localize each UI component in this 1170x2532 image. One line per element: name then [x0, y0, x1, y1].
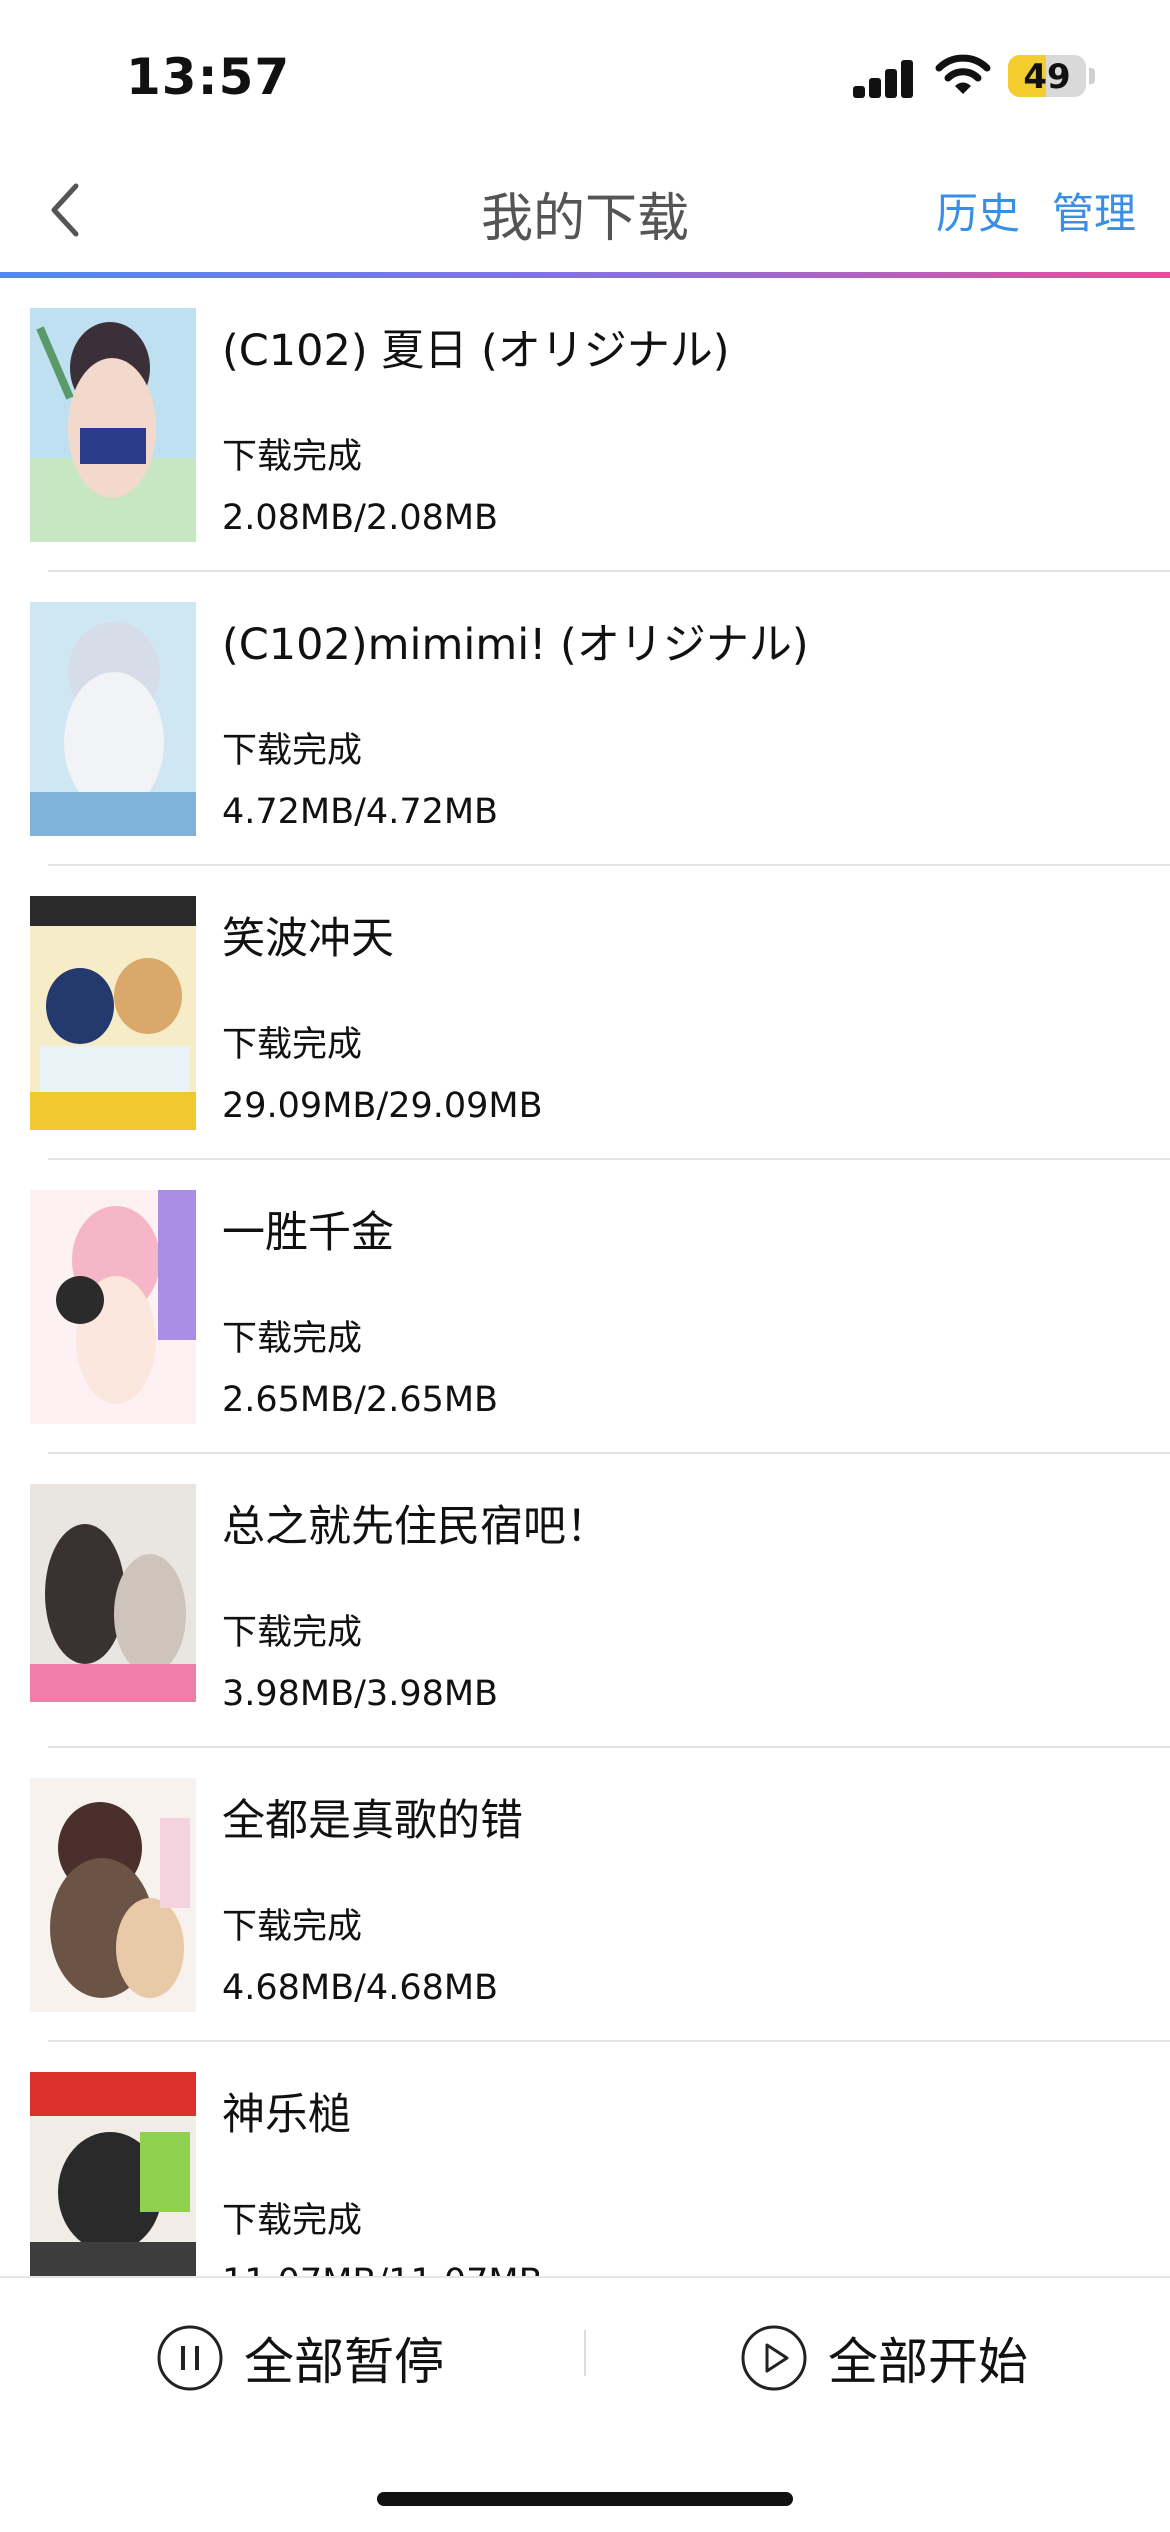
bottom-divider [584, 2330, 586, 2376]
item-status: 下载完成 [222, 731, 363, 771]
cover-image [30, 1190, 196, 1424]
pause-all-label: 全部暂停 [244, 2333, 444, 2391]
cover-image [30, 1484, 196, 1718]
item-size: 2.08MB/2.08MB [222, 498, 499, 538]
manage-button[interactable]: 管理 [1052, 180, 1136, 241]
cover-image [30, 1778, 196, 2012]
list-item[interactable]: 一胜千金 下载完成 2.65MB/2.65MB [0, 1160, 1170, 1454]
pause-all-button[interactable]: 全部暂停 [156, 2318, 444, 2398]
start-all-button[interactable]: 全部开始 [740, 2318, 1028, 2398]
history-button[interactable]: 历史 [936, 180, 1020, 241]
item-status: 下载完成 [222, 1025, 363, 1065]
cover-image [30, 308, 196, 542]
item-status: 下载完成 [222, 437, 363, 477]
cover-image [30, 2072, 196, 2276]
item-status: 下载完成 [222, 2201, 363, 2241]
item-title: 全都是真歌的错 [222, 1796, 523, 1846]
home-indicator[interactable] [377, 2492, 793, 2506]
item-status: 下载完成 [222, 1319, 363, 1359]
play-circle-icon [741, 2325, 807, 2391]
pause-circle-icon [157, 2325, 223, 2391]
list-item[interactable]: (C102) 夏日 (オリジナル) 下载完成 2.08MB/2.08MB [0, 278, 1170, 572]
item-size: 2.65MB/2.65MB [222, 1380, 499, 1420]
navigation-bar: 我的下载 历史 管理 [0, 150, 1170, 274]
list-item[interactable]: 总之就先住民宿吧！ 下载完成 3.98MB/3.98MB [0, 1454, 1170, 1748]
cover-image [30, 896, 196, 1130]
item-title: 笑波冲天 [222, 914, 394, 964]
cellular-signal-icon [853, 58, 915, 98]
status-time: 13:57 [126, 48, 291, 106]
battery-cap [1089, 68, 1095, 84]
item-title: (C102)mimimi! (オリジナル) [222, 620, 809, 670]
cover-image [30, 602, 196, 836]
start-all-label: 全部开始 [828, 2333, 1028, 2391]
wifi-icon [935, 54, 991, 94]
battery-icon: 49 [1008, 55, 1086, 97]
item-status: 下载完成 [222, 1907, 363, 1947]
item-status: 下载完成 [222, 1613, 363, 1653]
list-item[interactable]: 全都是真歌的错 下载完成 4.68MB/4.68MB [0, 1748, 1170, 2042]
item-size: 3.98MB/3.98MB [222, 1674, 499, 1714]
item-title: 总之就先住民宿吧！ [222, 1502, 609, 1552]
item-title: 神乐槌 [222, 2090, 351, 2140]
list-item[interactable]: 笑波冲天 下载完成 29.09MB/29.09MB [0, 866, 1170, 1160]
item-size: 11.07MB/11.07MB [222, 2262, 543, 2276]
item-size: 29.09MB/29.09MB [222, 1086, 543, 1126]
list-item[interactable]: (C102)mimimi! (オリジナル) 下载完成 4.72MB/4.72MB [0, 572, 1170, 866]
download-list[interactable]: (C102) 夏日 (オリジナル) 下载完成 2.08MB/2.08MB (C1… [0, 278, 1170, 2276]
item-size: 4.72MB/4.72MB [222, 792, 499, 832]
list-item[interactable]: 神乐槌 下载完成 11.07MB/11.07MB [0, 2042, 1170, 2276]
item-size: 4.68MB/4.68MB [222, 1968, 499, 2008]
item-title: 一胜千金 [222, 1208, 394, 1258]
battery-level: 49 [1023, 57, 1071, 97]
item-title: (C102) 夏日 (オリジナル) [222, 326, 730, 376]
status-bar: 13:57 49 [0, 0, 1170, 150]
